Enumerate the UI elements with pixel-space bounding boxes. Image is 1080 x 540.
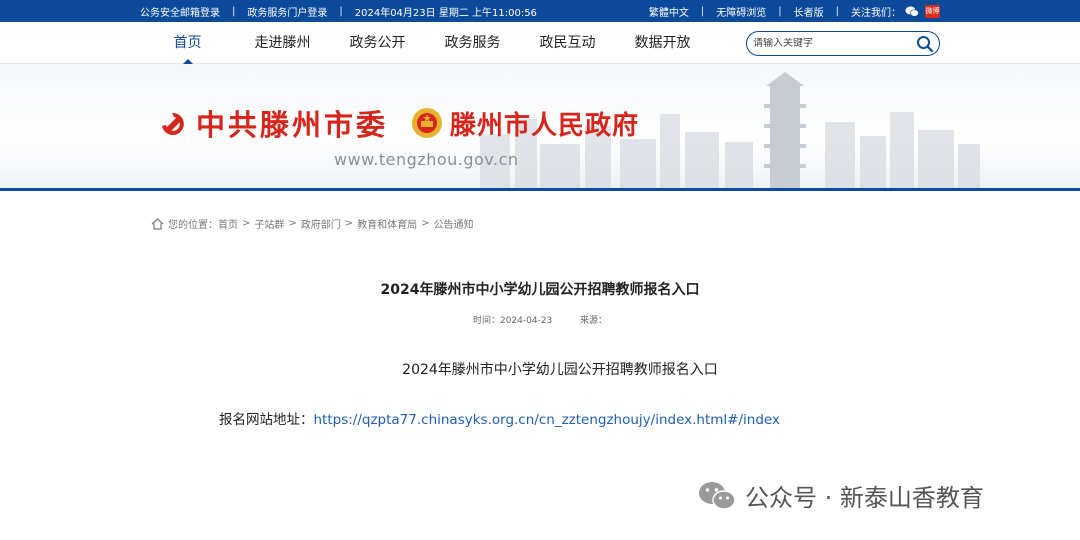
time-label: 时间： [472, 316, 500, 326]
separator: | [700, 5, 705, 17]
breadcrumb-separator: > [421, 218, 430, 229]
separator: | [835, 5, 839, 17]
breadcrumb-item-gov-depts[interactable]: 政府部门 [301, 216, 341, 231]
wechat-icon[interactable] [905, 6, 919, 17]
article-body-title: 2024年滕州市中小学幼儿园公开招聘教师报名入口 [402, 362, 718, 378]
breadcrumb-separator: > [344, 218, 354, 229]
nav-item-gov-open[interactable]: 政务公开 [330, 22, 425, 64]
traditional-chinese-link[interactable]: 繁體中文 [649, 4, 689, 19]
site-banner: 中共滕州市委 滕州市人民政府 www.tengzhou.gov.cn [0, 64, 1080, 188]
source-label: 来源： [580, 316, 608, 326]
banner-divider [0, 188, 1080, 191]
party-emblem-icon [162, 112, 184, 135]
party-committee-name: 中共滕州市委 [196, 108, 389, 142]
search-input[interactable] [753, 38, 903, 49]
elder-version-link[interactable]: 长者版 [794, 4, 824, 19]
breadcrumb-item-subsites[interactable]: 子站群 [254, 216, 284, 231]
breadcrumb: 您的位置： 首页 > 子站群 > 政府部门 > 教育和体育局 > 公告通知 [151, 216, 474, 231]
nav-item-about-tengzhou[interactable]: 走进滕州 [235, 22, 330, 64]
wechat-icon [699, 481, 736, 510]
search-box [746, 31, 940, 56]
city-government-name: 滕州市人民政府 [450, 110, 640, 141]
wechat-watermark: 公众号 · 新泰山香教育 [697, 478, 984, 513]
weibo-icon-label: 微博 [925, 7, 940, 15]
current-datetime: 2024年04月23日 星期二 上午11:00:56 [354, 7, 537, 19]
site-url: www.tengzhou.gov.cn [334, 150, 519, 169]
home-icon [151, 217, 164, 230]
breadcrumb-item-home[interactable]: 首页 [218, 216, 238, 231]
article-title: 2024年滕州市中小学幼儿园公开招聘教师报名入口 [380, 282, 700, 298]
accessible-browse-link[interactable]: 无障碍浏览 [716, 4, 766, 19]
watermark-text: 公众号 · 新泰山香教育 [745, 484, 984, 512]
weibo-icon[interactable]: 微博 [925, 4, 940, 18]
national-emblem-icon [412, 108, 443, 138]
portal-login-link[interactable]: 政务服务门户登录 [247, 4, 327, 19]
top-bar: 公务安全邮箱登录 | 政务服务门户登录 | 2024年04月23日 星期二 上午… [0, 0, 1080, 22]
registration-line: 报名网站地址：https://qzpta77.chinasyks.org.cn/… [219, 408, 780, 428]
separator: | [339, 5, 343, 17]
article-meta: 时间：2024-04-23 来源： [0, 313, 1080, 326]
breadcrumb-separator: > [288, 218, 297, 229]
breadcrumb-item-education-bureau[interactable]: 教育和体育局 [357, 216, 417, 231]
publish-date: 2024-04-23 [499, 316, 553, 326]
separator: | [232, 5, 236, 17]
registration-url-link[interactable]: https://qzpta77.chinasyks.org.cn/cn_zzte… [314, 412, 780, 428]
search-icon[interactable] [916, 35, 934, 53]
separator: | [778, 5, 782, 17]
nav-item-gov-service[interactable]: 政务服务 [425, 22, 520, 64]
nav-item-interaction[interactable]: 政民互动 [520, 22, 615, 64]
nav-item-home[interactable]: 首页 [140, 22, 235, 64]
breadcrumb-prefix: 您的位置： [168, 220, 218, 231]
breadcrumb-separator: > [242, 218, 251, 229]
main-nav: 首页 走进滕州 政务公开 政务服务 政民互动 数据开放 [0, 22, 1080, 64]
nav-item-open-data[interactable]: 数据开放 [615, 22, 710, 64]
email-login-link[interactable]: 公务安全邮箱登录 [140, 4, 220, 19]
breadcrumb-item-notices[interactable]: 公告通知 [434, 216, 474, 231]
follow-us-label: 关注我们： [851, 7, 901, 19]
site-logo[interactable]: 中共滕州市委 滕州市人民政府 [158, 102, 639, 144]
registration-label: 报名网站地址： [219, 412, 314, 428]
